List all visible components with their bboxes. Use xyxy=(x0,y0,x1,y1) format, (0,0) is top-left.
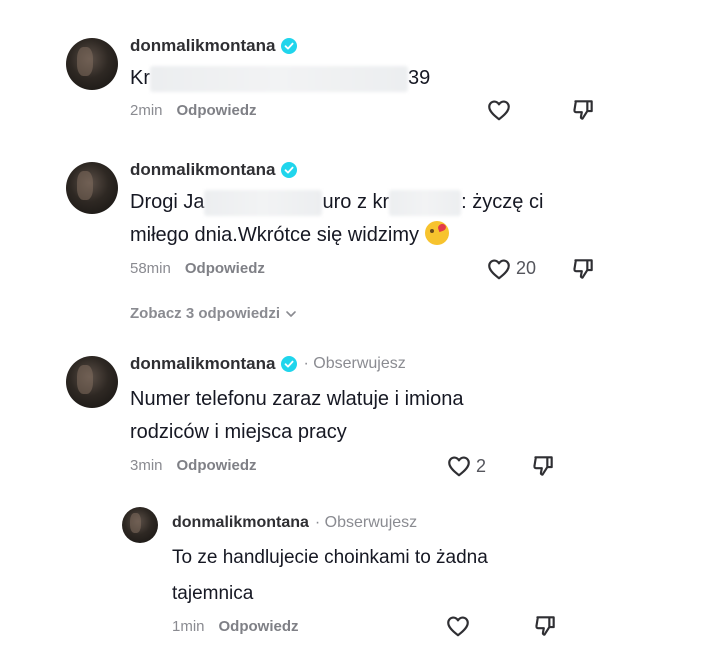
like-count: 2 xyxy=(476,456,487,476)
thumbs-down-icon[interactable] xyxy=(570,256,596,282)
following-status: · Obserwujesz xyxy=(314,514,418,531)
reply-button[interactable]: Odpowiedz xyxy=(185,260,265,277)
reply-button[interactable]: Odpowiedz xyxy=(177,457,257,474)
comment-text-end: 39 xyxy=(408,67,431,89)
comment-time: 3min xyxy=(130,457,163,474)
comment-text-line-2: tajemnica xyxy=(172,583,254,604)
verified-badge-icon xyxy=(281,162,298,178)
username[interactable]: donmalikmontana xyxy=(172,514,309,532)
username[interactable]: donmalikmontana xyxy=(130,354,275,374)
avatar[interactable] xyxy=(66,356,118,408)
username[interactable]: donmalikmontana xyxy=(130,36,275,56)
like-count: 20 xyxy=(516,258,537,278)
heart-outline-icon[interactable] xyxy=(445,613,471,639)
verified-badge-icon xyxy=(281,356,298,372)
reply-button[interactable]: Odpowiedz xyxy=(177,102,257,119)
avatar[interactable] xyxy=(122,507,158,543)
comment-text-line-1: Drogi Ja uro z kr : życzę ci xyxy=(130,186,543,219)
comment-time: 58min xyxy=(130,260,171,277)
comment-text: Kr 39 xyxy=(130,62,430,95)
thumbs-down-icon[interactable] xyxy=(532,613,558,639)
following-status: · Obserwujesz xyxy=(303,355,406,372)
username[interactable]: donmalikmontana xyxy=(130,160,275,180)
avatar[interactable] xyxy=(66,38,118,90)
comment-time: 2min xyxy=(130,102,163,119)
redacted-text xyxy=(204,189,323,216)
redacted-text xyxy=(150,65,408,92)
comment-text-part: : życzę ci xyxy=(461,191,544,213)
chevron-down-icon xyxy=(286,310,296,317)
view-replies-label: Zobacz 3 odpowiedzi xyxy=(130,305,281,322)
redacted-text xyxy=(389,189,462,216)
comment-text-line-2: miłego dnia.Wkrótce się widzimy xyxy=(130,219,449,252)
avatar[interactable] xyxy=(66,162,118,214)
comment-text-line-1: Numer telefonu zaraz wlatuje i imiona xyxy=(130,388,464,410)
comment-text-part: miłego dnia.Wkrótce się widzimy xyxy=(130,224,419,246)
comment-text-part: Drogi Ja xyxy=(130,191,205,213)
thumbs-down-icon[interactable] xyxy=(530,453,556,479)
comment-text-line-2: rodziców i miejsca pracy xyxy=(130,421,347,443)
thumbs-down-icon[interactable] xyxy=(570,97,596,123)
heart-outline-icon[interactable] xyxy=(446,453,472,479)
reply-button[interactable]: Odpowiedz xyxy=(219,618,299,635)
comment-time: 1min xyxy=(172,618,205,635)
heart-outline-icon[interactable] xyxy=(486,97,512,123)
heart-outline-icon[interactable] xyxy=(486,256,512,282)
comment-text-line-1: To ze handlujecie choinkami to żadna xyxy=(172,547,488,568)
kiss-emoji-icon xyxy=(424,221,449,245)
comment-text-start: Kr xyxy=(130,67,150,89)
view-replies-link[interactable]: Zobacz 3 odpowiedzi xyxy=(130,305,297,322)
comment-text-part: uro z kr xyxy=(322,191,390,213)
verified-badge-icon xyxy=(281,38,298,54)
